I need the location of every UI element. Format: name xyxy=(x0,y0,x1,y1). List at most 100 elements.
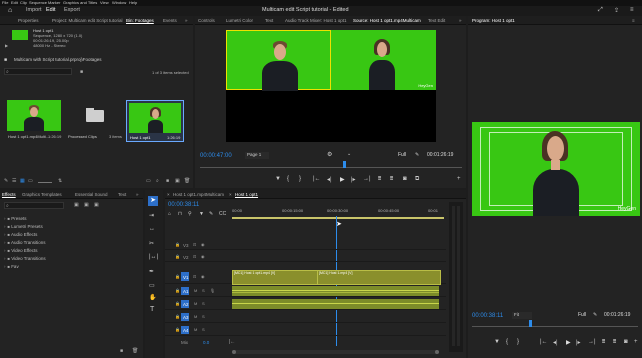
mute-icon[interactable]: M xyxy=(194,288,197,293)
clip-v1-host1[interactable]: [MC1] Host 1.mp4 [V] xyxy=(317,270,441,285)
menu-item-file[interactable]: File xyxy=(2,1,8,5)
mute-icon[interactable]: M xyxy=(194,327,197,332)
effects-search-input[interactable]: ⌕ xyxy=(4,202,64,209)
source-timecode[interactable]: 00:00:47:00 xyxy=(200,153,232,159)
tab-audio-track-mixer[interactable]: Audio Track Mixer: Host 1 opt1 xyxy=(285,18,347,23)
lift-icon[interactable]: ⩩ xyxy=(602,339,605,346)
list-view-icon[interactable]: ☰ xyxy=(12,178,16,184)
nest-icon[interactable]: ⊓ xyxy=(178,211,182,217)
track-label-v1[interactable]: V1 xyxy=(183,275,189,280)
menu-item-marker[interactable]: Marker xyxy=(48,1,60,5)
play-icon[interactable]: ▶ xyxy=(566,339,571,346)
settings-icon[interactable]: ≡ xyxy=(630,7,634,13)
tab-multicam-sequence[interactable]: Host 1 opt1.mp4Multicam xyxy=(173,192,224,197)
tab-project[interactable]: Project: Multicam edit Script tutorial xyxy=(52,18,123,23)
track-label-a2[interactable]: A2 xyxy=(183,302,189,307)
bin-item-processed-clips[interactable]: Processed Clips 3 items xyxy=(66,100,122,140)
lock-icon[interactable]: 🔒 xyxy=(175,327,180,332)
mark-out-icon[interactable]: } xyxy=(517,339,519,345)
tab-text-edit[interactable]: Text Edit xyxy=(428,18,445,23)
mark-in-icon[interactable]: { xyxy=(506,339,508,345)
tab-host1-opt1[interactable]: Host 1 opt1 xyxy=(235,192,258,197)
home-icon[interactable]: ⌂ xyxy=(8,7,12,14)
automate-icon[interactable]: ▭ xyxy=(146,178,151,184)
mark-in-icon[interactable]: { xyxy=(287,176,289,182)
solo-icon[interactable]: S xyxy=(202,301,205,306)
ripple-edit-tool-icon[interactable]: ↔ xyxy=(149,226,155,232)
track-label-a3[interactable]: A3 xyxy=(183,315,189,320)
step-forward-icon[interactable]: |▸ xyxy=(351,176,356,183)
program-timecode[interactable]: 00:00:38:11 xyxy=(472,313,503,319)
track-label-v3[interactable]: V3 xyxy=(183,243,189,248)
sync-lock-icon[interactable]: ⊡ xyxy=(193,254,196,259)
lock-icon[interactable]: 🔒 xyxy=(175,254,180,259)
pen-tool-icon[interactable]: ✒ xyxy=(149,268,154,275)
new-item-icon[interactable]: ▣ xyxy=(175,178,180,184)
linked-selection-icon[interactable]: ⚲ xyxy=(188,211,192,217)
marker-icon[interactable]: ▼ xyxy=(494,339,500,345)
overwrite-icon[interactable]: ⩩ xyxy=(390,176,393,183)
bin-item-host1-multicam[interactable]: Host 1 opt1.mp4Multi... 1:26:19 xyxy=(6,100,62,140)
source-fit[interactable]: Full xyxy=(398,153,406,158)
workspace-export[interactable]: Export xyxy=(64,7,80,14)
lock-icon[interactable]: ✎ xyxy=(4,178,8,184)
share-icon[interactable]: ⇪ xyxy=(614,7,619,14)
find-icon[interactable]: ⌕ xyxy=(156,178,159,184)
solo-icon[interactable]: S xyxy=(202,314,205,319)
clip-v1-host1-opt1[interactable]: [MC1] Host 1 opt1.mp4 [V] xyxy=(232,270,318,285)
lock-icon[interactable]: 🔒 xyxy=(175,301,180,306)
wrench-icon[interactable]: ✎ xyxy=(593,312,597,318)
playhead[interactable] xyxy=(343,161,346,168)
lock-icon[interactable]: 🔒 xyxy=(175,288,180,293)
program-fit-select[interactable]: Fit xyxy=(512,312,532,319)
program-quality[interactable]: Full xyxy=(578,313,586,318)
lock-icon[interactable]: 🔒 xyxy=(175,274,180,279)
step-forward-icon[interactable]: |▸ xyxy=(576,339,581,346)
tab-effects[interactable]: Effects xyxy=(2,192,16,197)
zoom-slider[interactable] xyxy=(38,182,52,183)
insert-icon[interactable]: ⩩ xyxy=(378,176,381,183)
folder-video-transitions[interactable]: › ■ Video Transitions xyxy=(4,256,46,261)
menu-item-sequence[interactable]: Sequence xyxy=(29,1,47,5)
freeform-view-icon[interactable]: ▭ xyxy=(28,178,33,184)
tab-program[interactable]: Program: Host 1 opt1 xyxy=(472,18,515,23)
hand-tool-icon[interactable]: ✋ xyxy=(149,294,156,301)
folder-audio-effects[interactable]: › ■ Audio Effects xyxy=(4,232,37,237)
track-label-a1[interactable]: A1 xyxy=(183,289,189,294)
sync-lock-icon[interactable]: ⊡ xyxy=(193,242,196,247)
folder-fav[interactable]: › ■ Fav xyxy=(4,264,19,269)
track-select-tool-icon[interactable]: ⇥ xyxy=(149,212,154,219)
close-icon[interactable]: × xyxy=(167,192,170,197)
go-to-out-icon[interactable]: →| xyxy=(588,339,596,345)
step-back-icon[interactable]: ◂| xyxy=(327,176,332,183)
program-scrubber[interactable] xyxy=(472,320,638,327)
extract-icon[interactable]: ⩩ xyxy=(613,339,616,346)
clip-a2[interactable] xyxy=(232,299,439,309)
wrench-icon[interactable]: ✎ xyxy=(415,152,419,158)
panel-more-icon[interactable]: » xyxy=(136,192,139,197)
workspace-edit[interactable]: Edit xyxy=(46,7,55,14)
go-to-in-icon[interactable]: |← xyxy=(313,176,321,182)
tab-essential-sound[interactable]: Essential Sound xyxy=(75,192,108,197)
captions-icon[interactable]: CC xyxy=(219,211,226,217)
32bit-effects-icon[interactable]: ▣ xyxy=(84,202,89,208)
type-tool-icon[interactable]: T xyxy=(150,306,154,313)
play-icon[interactable]: ▶ xyxy=(340,176,345,183)
new-bin-bottom-icon[interactable]: ■ xyxy=(166,178,169,184)
new-bin-icon[interactable]: ■ xyxy=(120,348,123,354)
menu-item-edit[interactable]: Edit xyxy=(11,1,18,5)
track-label-v2[interactable]: V2 xyxy=(183,255,189,260)
mix-value[interactable]: 0.0 xyxy=(203,340,209,345)
tab-lumetri-color[interactable]: Lumetri Color xyxy=(226,18,253,23)
project-search-input[interactable]: ⌕ xyxy=(4,68,72,75)
lock-icon[interactable]: 🔒 xyxy=(175,242,180,247)
tab-events[interactable]: Events xyxy=(163,18,177,23)
multicam-angle-1[interactable] xyxy=(226,30,331,91)
tab-graphics-templates[interactable]: Graphics Templates xyxy=(22,192,62,197)
snap-icon[interactable]: ⌂ xyxy=(168,211,171,217)
add-button-icon[interactable]: + xyxy=(634,339,638,345)
menu-item-help[interactable]: Help xyxy=(129,1,137,5)
folder-video-effects[interactable]: › ■ Video Effects xyxy=(4,248,38,253)
trash-icon[interactable]: 🗑 xyxy=(184,178,190,184)
sort-icon[interactable]: ⇅ xyxy=(58,178,62,184)
